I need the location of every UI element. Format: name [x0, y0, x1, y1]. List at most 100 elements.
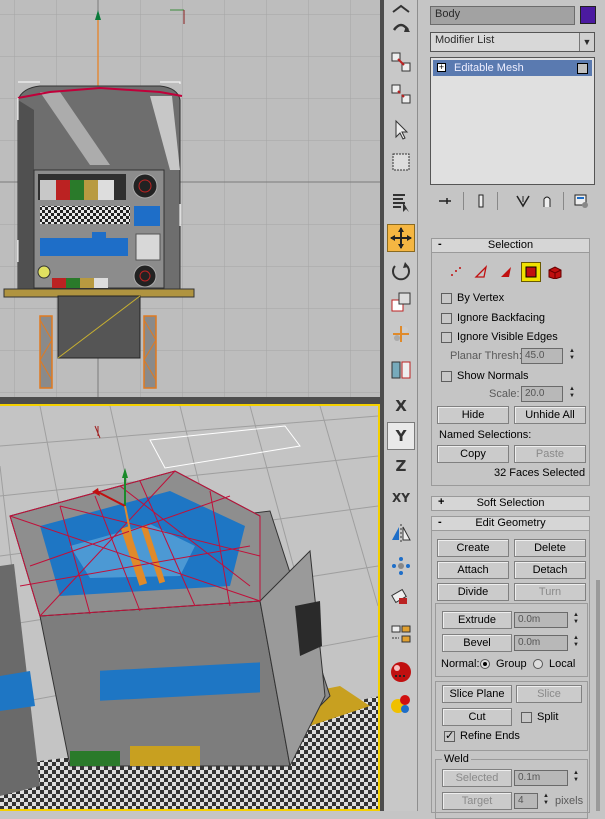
normal-scale-arrows[interactable]: ▲ ▼: [567, 386, 577, 402]
weld-threshold-arrows[interactable]: ▲ ▼: [571, 770, 581, 786]
refine-ends-checkbox[interactable]: [444, 729, 455, 742]
object-color-swatch[interactable]: [580, 6, 596, 24]
axis-x-label: X: [395, 397, 407, 415]
stack-item-toggle[interactable]: [577, 63, 588, 74]
attach-button[interactable]: Attach: [437, 561, 509, 579]
top-viewport-canvas: [0, 0, 380, 397]
planar-thresh-label: Planar Thresh:: [450, 350, 522, 362]
select-and-rotate-icon[interactable]: [387, 256, 415, 284]
expand-icon[interactable]: +: [437, 63, 446, 72]
material-editor-icon[interactable]: [387, 658, 415, 686]
weld-target-pixels-spinner[interactable]: 4: [514, 793, 538, 809]
normal-group-radio[interactable]: [480, 659, 490, 669]
command-panel: Body Modifier List ▼ + Editable Mesh - S…: [419, 0, 605, 819]
ignore-backfacing-checkbox[interactable]: [441, 313, 452, 324]
cut-button[interactable]: Cut: [442, 708, 512, 726]
select-and-manipulate-icon[interactable]: [387, 356, 415, 384]
divide-button[interactable]: Divide: [437, 583, 509, 601]
planar-thresh-spinner[interactable]: 45.0: [521, 348, 563, 364]
collapse-icon: -: [438, 516, 442, 528]
mirror-icon[interactable]: [387, 520, 415, 548]
hide-button[interactable]: Hide: [437, 406, 509, 424]
array-icon[interactable]: [387, 552, 415, 580]
create-button[interactable]: Create: [437, 539, 509, 557]
turn-button[interactable]: Turn: [514, 583, 586, 601]
by-vertex-checkbox[interactable]: [441, 293, 452, 304]
copy-button[interactable]: Copy: [437, 445, 509, 463]
named-selection-sets-icon[interactable]: [387, 620, 415, 648]
main-toolbar: X Y Z XY: [384, 0, 418, 811]
select-and-scale-icon[interactable]: [387, 288, 415, 316]
edge-icon[interactable]: [472, 263, 490, 281]
slice-plane-button[interactable]: Slice Plane: [442, 685, 512, 703]
weld-threshold-spinner[interactable]: 0.1m: [514, 770, 568, 786]
show-end-result-icon[interactable]: [471, 191, 491, 211]
stack-item-editable-mesh[interactable]: + Editable Mesh: [433, 60, 592, 76]
object-name-field[interactable]: Body: [430, 6, 575, 25]
select-and-link-icon[interactable]: [387, 48, 415, 76]
face-icon[interactable]: [497, 263, 515, 281]
extrude-amount-arrows[interactable]: ▲ ▼: [571, 612, 581, 628]
pin-stack-icon[interactable]: [435, 191, 455, 211]
bevel-button[interactable]: Bevel: [442, 634, 512, 652]
redo-icon[interactable]: [387, 14, 415, 42]
restrict-y-button[interactable]: Y: [387, 422, 415, 450]
modifier-stack[interactable]: + Editable Mesh: [430, 57, 595, 185]
viewport-separator[interactable]: [0, 397, 380, 404]
soft-selection-rollout-header[interactable]: + Soft Selection: [431, 496, 590, 511]
slice-button[interactable]: Slice: [516, 685, 582, 703]
polygon-icon[interactable]: [521, 262, 541, 282]
ignore-visible-edges-checkbox[interactable]: [441, 332, 452, 343]
chevron-down-icon[interactable]: ▼: [579, 33, 594, 51]
restrict-xy-button[interactable]: XY: [387, 484, 415, 512]
unlink-selection-icon[interactable]: [387, 80, 415, 108]
remove-modifier-icon[interactable]: [537, 191, 557, 211]
detach-button[interactable]: Detach: [514, 561, 586, 579]
selection-rollout-header[interactable]: - Selection: [431, 238, 590, 253]
make-unique-icon[interactable]: [513, 191, 533, 211]
paste-button[interactable]: Paste: [514, 445, 586, 463]
align-icon[interactable]: [387, 584, 415, 612]
show-normals-checkbox[interactable]: [441, 371, 452, 382]
weld-selected-button[interactable]: Selected: [442, 769, 512, 787]
top-viewport[interactable]: [0, 0, 380, 397]
perspective-viewport[interactable]: [0, 404, 380, 811]
weld-label: Weld: [442, 753, 471, 765]
command-panel-scrollbar[interactable]: [596, 580, 600, 811]
named-selections-label: Named Selections:: [439, 429, 532, 441]
edit-geometry-rollout-title: Edit Geometry: [475, 517, 546, 529]
extrude-button[interactable]: Extrude: [442, 611, 512, 629]
restrict-x-button[interactable]: X: [387, 392, 415, 420]
ignore-backfacing-label: Ignore Backfacing: [457, 312, 546, 324]
ignore-visible-edges-label: Ignore Visible Edges: [457, 331, 558, 343]
edit-geometry-rollout-header[interactable]: - Edit Geometry: [431, 516, 590, 531]
weld-group: [435, 759, 588, 819]
extrude-amount-spinner[interactable]: 0.0m: [514, 612, 568, 628]
delete-button[interactable]: Delete: [514, 539, 586, 557]
restrict-z-button[interactable]: Z: [387, 452, 415, 480]
by-vertex-label: By Vertex: [457, 292, 505, 304]
planar-thresh-arrows[interactable]: ▲ ▼: [567, 348, 577, 364]
selection-rollout: By Vertex Ignore Backfacing Ignore Visib…: [431, 253, 590, 486]
weld-target-pixels-arrows[interactable]: ▲ ▼: [541, 793, 551, 809]
configure-modifier-sets-icon[interactable]: [571, 191, 591, 211]
modifier-list-dropdown[interactable]: Modifier List ▼: [430, 32, 595, 52]
select-by-name-icon[interactable]: [387, 188, 415, 216]
normal-scale-spinner[interactable]: 20.0: [521, 386, 563, 402]
weld-target-button[interactable]: Target: [442, 792, 512, 810]
show-normals-label: Show Normals: [457, 370, 529, 382]
split-checkbox[interactable]: [521, 712, 532, 723]
bevel-amount-arrows[interactable]: ▲ ▼: [571, 635, 581, 651]
stack-item-label: Editable Mesh: [454, 62, 524, 74]
select-region-icon[interactable]: [387, 148, 415, 176]
unhide-all-button[interactable]: Unhide All: [514, 406, 586, 424]
render-scene-icon[interactable]: [387, 690, 415, 718]
element-icon[interactable]: [546, 263, 564, 281]
select-and-move-icon[interactable]: [387, 224, 415, 252]
vertex-icon[interactable]: [447, 263, 465, 281]
select-object-icon[interactable]: [387, 116, 415, 144]
bevel-amount-spinner[interactable]: 0.0m: [514, 635, 568, 651]
collapse-icon: -: [438, 238, 442, 250]
use-pivot-center-icon[interactable]: [387, 320, 415, 348]
normal-local-radio[interactable]: [533, 659, 543, 669]
